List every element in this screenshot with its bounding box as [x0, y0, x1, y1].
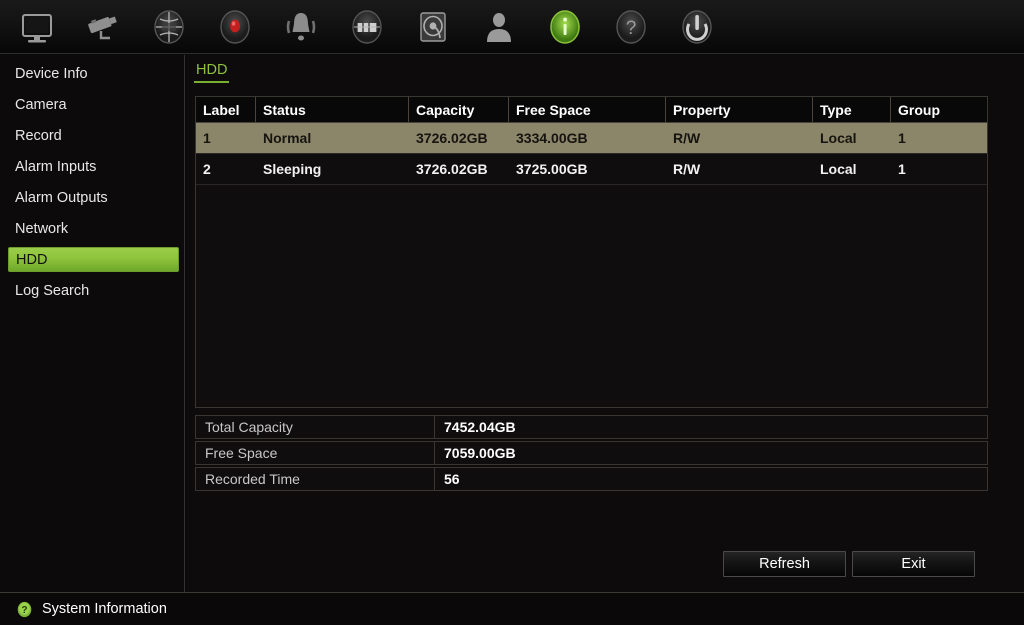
sidebar-item-log-search[interactable]: Log Search: [8, 278, 179, 303]
sidebar-item-label: Camera: [15, 96, 67, 113]
user-icon[interactable]: [470, 4, 528, 50]
column-header-group[interactable]: Group: [891, 97, 987, 122]
power-icon[interactable]: [668, 4, 726, 50]
summary-total-capacity: Total Capacity 7452.04GB: [195, 415, 988, 439]
summary-value: 56: [444, 471, 460, 487]
sidebar-item-record[interactable]: Record: [8, 123, 179, 148]
globe-settings-icon[interactable]: [140, 4, 198, 50]
summary-value: 7059.00GB: [444, 445, 516, 461]
cell-group: 1: [898, 161, 906, 177]
exit-button[interactable]: Exit: [852, 551, 975, 577]
summary-label: Total Capacity: [196, 416, 435, 438]
monitor-icon[interactable]: [8, 4, 66, 50]
hdd-icon[interactable]: [404, 4, 462, 50]
content-panel: HDD Label Status Capacity Free Space Propert…: [186, 55, 1024, 592]
tab-bar: HDD: [194, 61, 230, 87]
alarm-output-icon[interactable]: [338, 4, 396, 50]
cell-label: 2: [203, 161, 211, 177]
summary-value: 7452.04GB: [444, 419, 516, 435]
svg-text:?: ?: [21, 604, 27, 615]
cell-status: Sleeping: [263, 161, 322, 177]
help-circle-icon: ?: [16, 601, 33, 618]
alarm-bell-icon[interactable]: [272, 4, 330, 50]
tab-hdd[interactable]: HDD: [194, 62, 230, 83]
summary-label: Free Space: [196, 442, 435, 464]
sidebar-item-alarm-outputs[interactable]: Alarm Outputs: [8, 185, 179, 210]
cell-capacity: 3726.02GB: [416, 161, 488, 177]
summary-free-space: Free Space 7059.00GB: [195, 441, 988, 465]
svg-text:?: ?: [626, 18, 637, 39]
table-row[interactable]: 1 Normal 3726.02GB 3334.00GB R/W Local 1: [196, 123, 987, 154]
status-bar: ? System Information: [0, 592, 1024, 625]
button-bar: Refresh Exit: [186, 551, 1024, 587]
sidebar-item-camera[interactable]: Camera: [8, 92, 179, 117]
status-bar-label: System Information: [42, 601, 167, 617]
column-header-label[interactable]: Label: [196, 97, 256, 122]
hdd-table: Label Status Capacity Free Space Property Typ…: [195, 96, 988, 408]
cell-status: Normal: [263, 130, 312, 146]
cell-free-space: 3334.00GB: [516, 130, 588, 146]
table-row[interactable]: 2 Sleeping 3726.02GB 3725.00GB R/W Local 1: [196, 154, 987, 185]
summary-label: Recorded Time: [196, 468, 435, 490]
column-header-status[interactable]: Status: [256, 97, 409, 122]
sidebar-item-label: Network: [15, 220, 69, 237]
cell-type: Local: [820, 161, 857, 177]
column-header-type[interactable]: Type: [813, 97, 891, 122]
sidebar-item-alarm-inputs[interactable]: Alarm Inputs: [8, 154, 179, 179]
nvr-system-information-screen: ? Device Info Camera Record Alarm Inputs Ala…: [0, 0, 1024, 625]
sidebar-item-label: Alarm Outputs: [15, 189, 108, 206]
sidebar-nav: Device Info Camera Record Alarm Inputs Alarm…: [0, 55, 185, 592]
cell-property: R/W: [673, 130, 701, 146]
sidebar-item-device-info[interactable]: Device Info: [8, 61, 179, 86]
column-header-property[interactable]: Property: [666, 97, 813, 122]
cell-type: Local: [820, 130, 857, 146]
camera-icon[interactable]: [74, 4, 132, 50]
cell-free-space: 3725.00GB: [516, 161, 588, 177]
table-header-row: Label Status Capacity Free Space Property Typ…: [196, 97, 987, 123]
cell-property: R/W: [673, 161, 701, 177]
sidebar-item-label: HDD: [16, 251, 48, 268]
info-icon[interactable]: [536, 4, 594, 50]
summary-panel: Total Capacity 7452.04GB Free Space 7059.00…: [195, 415, 988, 493]
sidebar-item-label: Alarm Inputs: [15, 158, 97, 175]
table-body: 1 Normal 3726.02GB 3334.00GB R/W Local 1 2 Sleep…: [196, 123, 987, 185]
cell-capacity: 3726.02GB: [416, 130, 488, 146]
column-header-free-space[interactable]: Free Space: [509, 97, 666, 122]
sidebar-item-label: Log Search: [15, 282, 90, 299]
cell-label: 1: [203, 130, 211, 146]
summary-recorded-time: Recorded Time 56: [195, 467, 988, 491]
help-icon[interactable]: ?: [602, 4, 660, 50]
column-header-capacity[interactable]: Capacity: [409, 97, 509, 122]
sidebar-item-label: Record: [15, 127, 62, 144]
main-toolbar: ?: [0, 0, 1024, 54]
sidebar-item-label: Device Info: [15, 65, 88, 82]
cell-group: 1: [898, 130, 906, 146]
record-icon[interactable]: [206, 4, 264, 50]
sidebar-item-hdd[interactable]: HDD: [8, 247, 179, 272]
sidebar-item-network[interactable]: Network: [8, 216, 179, 241]
refresh-button[interactable]: Refresh: [723, 551, 846, 577]
